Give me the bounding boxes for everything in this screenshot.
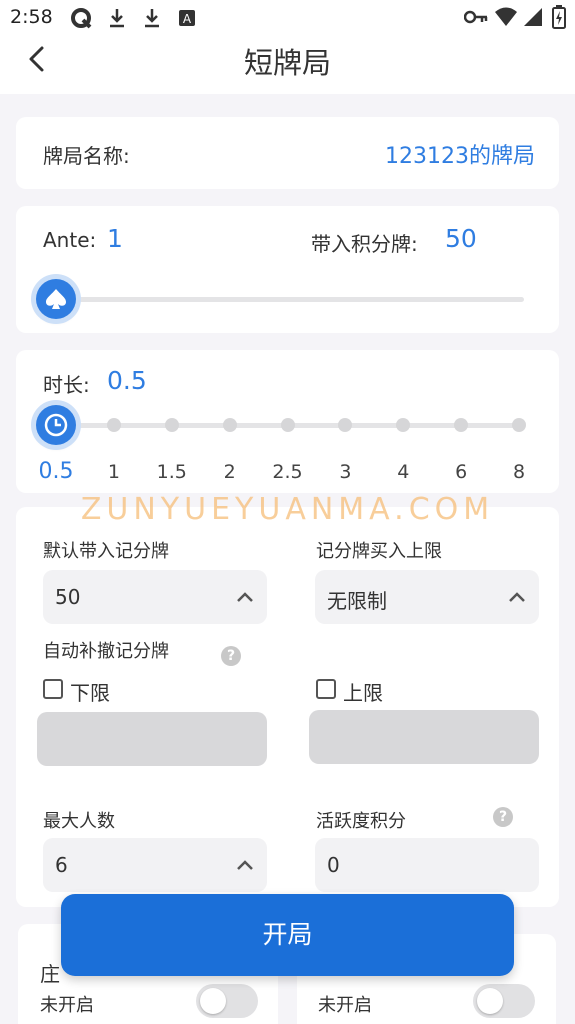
- lower-limit-label: 下限: [70, 681, 110, 705]
- ante-card: [16, 206, 559, 333]
- duration-slider-stop[interactable]: [222, 418, 237, 432]
- chevron-up-icon: [237, 860, 253, 870]
- ante-slider-thumb[interactable]: [36, 279, 76, 319]
- ante-slider-track[interactable]: [56, 297, 524, 302]
- download-icon: [110, 9, 124, 28]
- duration-tick-label: 0.5: [38, 459, 74, 484]
- default-buyin-label: 默认带入记分牌: [43, 541, 169, 562]
- duration-tick-label: 2: [223, 461, 236, 483]
- auto-topup-label: 自动补撤记分牌: [43, 641, 169, 662]
- duration-tick-label: 2.5: [272, 461, 303, 483]
- default-buyin-select[interactable]: 50: [43, 570, 267, 624]
- activity-points-input[interactable]: 0: [315, 838, 539, 892]
- clock-icon: [44, 413, 68, 437]
- upper-limit-checkbox[interactable]: [316, 679, 336, 699]
- banker-toggle[interactable]: [196, 984, 258, 1018]
- duration-slider-stop[interactable]: [280, 418, 295, 432]
- toggle-knob: [477, 988, 503, 1014]
- lower-limit-input[interactable]: [37, 712, 267, 766]
- right-option-toggle[interactable]: [473, 984, 535, 1018]
- max-players-label: 最大人数: [43, 811, 115, 832]
- key-icon: [464, 10, 488, 24]
- duration-label: 时长:: [43, 373, 90, 397]
- activity-points-label: 活跃度积分: [316, 811, 406, 832]
- chevron-up-icon: [509, 592, 525, 602]
- battery-icon: [552, 5, 566, 29]
- help-icon[interactable]: ?: [221, 646, 241, 666]
- start-game-button[interactable]: 开局: [61, 894, 514, 976]
- upper-limit-input[interactable]: [309, 710, 539, 764]
- buyin-value: 50: [445, 224, 477, 253]
- duration-tick-label: 1: [107, 461, 120, 483]
- duration-tick-label: 4: [397, 461, 410, 483]
- duration-slider-stop[interactable]: [164, 418, 179, 432]
- signal-icon: [524, 8, 542, 26]
- q-app-icon: [71, 8, 92, 29]
- banker-status: 未开启: [40, 995, 94, 1016]
- spade-icon: [46, 289, 66, 309]
- page-title: 短牌局: [243, 46, 331, 80]
- duration-value: 0.5: [107, 366, 147, 395]
- duration-slider-stop[interactable]: [106, 418, 121, 432]
- status-time: 2:58: [10, 6, 53, 28]
- right-option-status: 未开启: [318, 995, 372, 1016]
- duration-slider-thumb[interactable]: [36, 405, 76, 445]
- buyin-label: 带入积分牌:: [311, 232, 418, 256]
- lower-limit-checkbox[interactable]: [43, 679, 63, 699]
- default-buyin-value: 50: [55, 585, 81, 609]
- banker-label: 庄: [40, 962, 60, 986]
- max-players-value: 6: [55, 853, 68, 877]
- svg-text:A: A: [183, 12, 192, 26]
- help-icon[interactable]: ?: [493, 807, 513, 827]
- duration-slider-stop[interactable]: [512, 418, 526, 432]
- ante-value: 1: [107, 224, 123, 253]
- buy-limit-label: 记分牌买入上限: [316, 541, 442, 562]
- ante-label: Ante:: [43, 228, 97, 252]
- duration-tick-label: 1.5: [156, 461, 187, 483]
- toggle-knob: [200, 988, 226, 1014]
- buy-limit-select[interactable]: 无限制: [315, 570, 539, 624]
- font-icon: A: [179, 10, 195, 26]
- download-icon: [145, 9, 159, 28]
- chevron-up-icon: [237, 592, 253, 602]
- buy-limit-value: 无限制: [327, 589, 387, 613]
- duration-tick-label: 3: [339, 461, 352, 483]
- wifi-icon: [495, 7, 517, 26]
- activity-points-value: 0: [327, 853, 340, 877]
- watermark: ZUNYUEYUANMA.COM: [80, 492, 495, 527]
- game-name-label: 牌局名称:: [43, 144, 130, 168]
- game-name-value[interactable]: 123123的牌局: [385, 138, 535, 170]
- duration-tick-label: 8: [512, 461, 526, 483]
- duration-tick-label: 6: [455, 461, 468, 483]
- upper-limit-label: 上限: [343, 681, 383, 705]
- max-players-select[interactable]: 6: [43, 838, 267, 892]
